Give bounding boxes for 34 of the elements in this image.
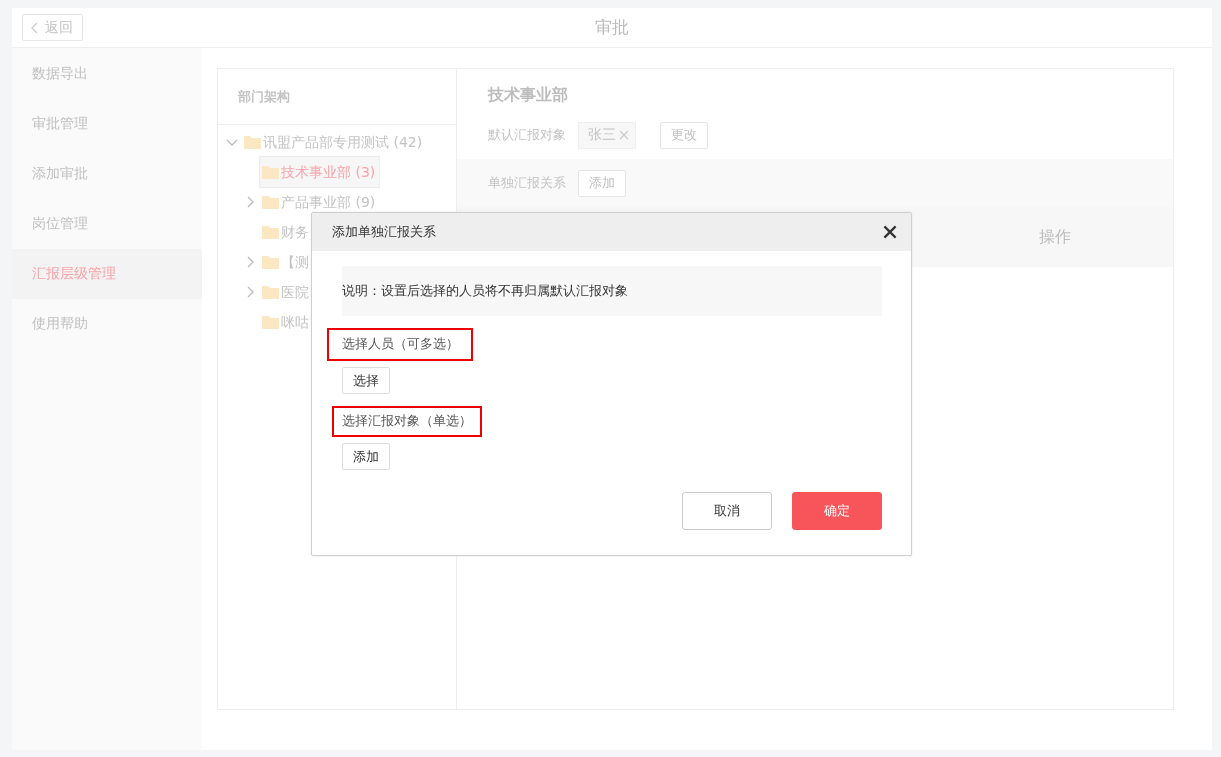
section-label: 选择人员（可多选） [327, 328, 473, 361]
sidebar-item[interactable]: 数据导出 [12, 49, 202, 99]
field-label: 默认汇报对象 [488, 126, 566, 144]
folder-icon [262, 195, 279, 209]
tree-item[interactable]: 咪咕 [259, 311, 314, 333]
column-header: 操作 [1038, 226, 1072, 248]
remove-icon[interactable] [619, 130, 629, 140]
page-title: 审批 [595, 17, 629, 37]
folder-icon [262, 225, 279, 239]
change-button[interactable]: 更改 [660, 121, 708, 149]
confirm-button[interactable]: 确定 [792, 492, 882, 530]
folder-icon [244, 135, 261, 149]
add-button[interactable]: 添加 [578, 169, 626, 197]
tree-item[interactable]: 【测 [259, 251, 314, 273]
sidebar-item[interactable]: 汇报层级管理 [12, 249, 202, 299]
tree-item[interactable]: 讯盟产品部专用测试 (42) [241, 131, 428, 153]
folder-icon [262, 255, 279, 269]
notice-text: 说明：设置后选择的人员将不再归属默认汇报对象 [342, 266, 882, 316]
tree-item[interactable]: 产品事业部 (9) [259, 191, 381, 213]
cancel-button[interactable]: 取消 [682, 492, 772, 530]
panel-title: 部门架构 [238, 87, 290, 106]
select-button[interactable]: 选择 [342, 367, 390, 394]
dialog-title: 添加单独汇报关系 [332, 223, 436, 241]
department-title: 技术事业部 [488, 84, 568, 106]
folder-icon [262, 315, 279, 329]
folder-icon [262, 285, 279, 299]
folder-icon [262, 165, 279, 179]
add-button[interactable]: 添加 [342, 443, 390, 470]
close-icon[interactable] [883, 225, 897, 239]
tree-item[interactable]: 技术事业部 (3) [259, 156, 381, 188]
tree-item[interactable]: 财务 [259, 221, 314, 243]
section-label: 选择汇报对象（单选） [332, 406, 482, 437]
sidebar-item[interactable]: 添加审批 [12, 149, 202, 199]
tree-item[interactable]: 医院 [259, 281, 314, 303]
